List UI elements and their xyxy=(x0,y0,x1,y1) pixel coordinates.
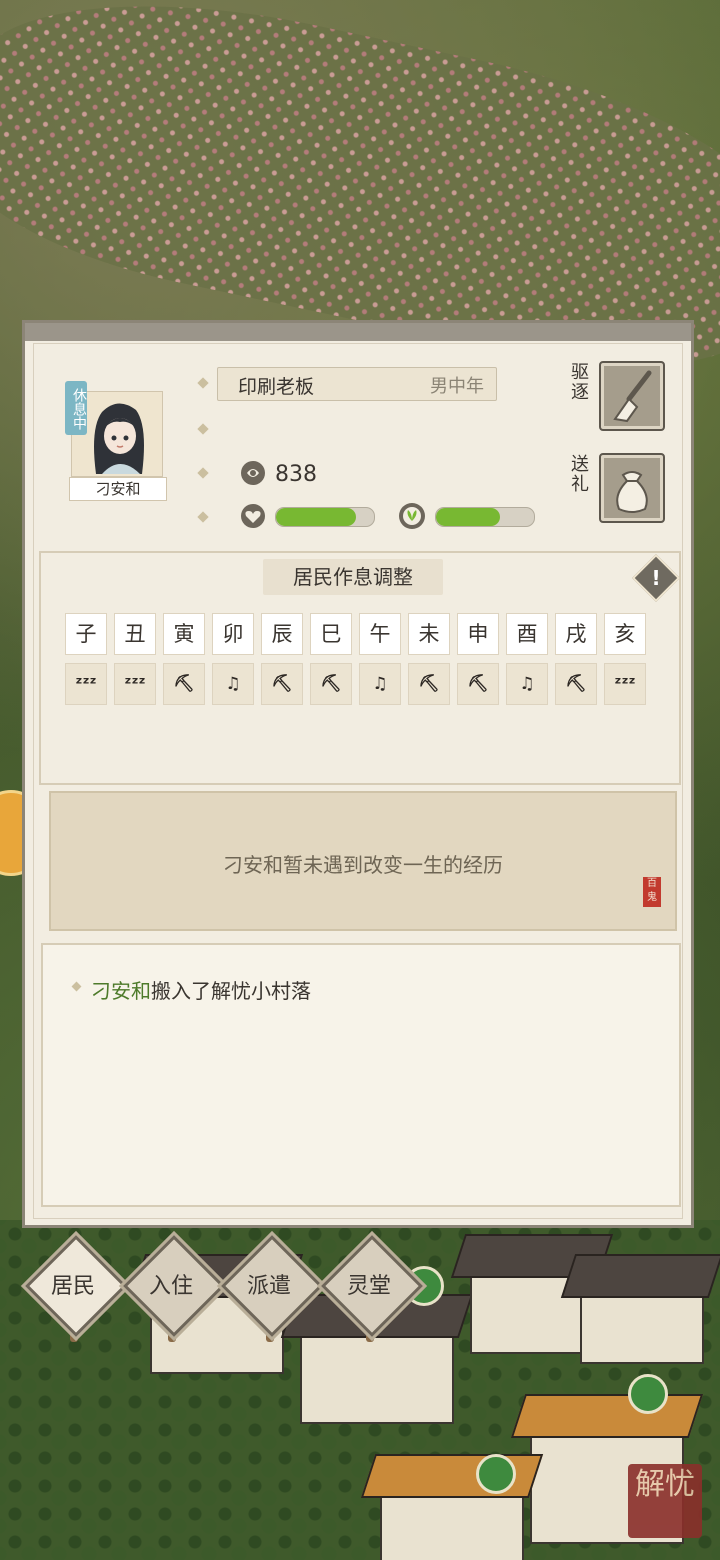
panel-top-bar xyxy=(25,323,691,341)
resident-info-panel: 休息中 刁安和 印刷老板 男中年 838 驱逐 送礼 居民作息调整 ! 刁安和暂… xyxy=(22,320,694,1228)
upgrade-marker-icon[interactable] xyxy=(628,1374,668,1414)
tab-move-in-label: 入住 xyxy=(148,1274,193,1299)
upgrade-marker-icon[interactable] xyxy=(476,1454,516,1494)
log-resident-name[interactable]: 刁安和 xyxy=(91,979,151,1003)
village-house[interactable] xyxy=(300,1330,454,1424)
log-bullet xyxy=(71,981,82,992)
heart-icon xyxy=(241,504,265,528)
hour-cell: 丑 xyxy=(114,613,156,655)
resident-name: 刁安和 xyxy=(69,477,167,501)
mood-bar xyxy=(435,507,535,527)
broom-icon xyxy=(613,370,652,423)
sleep-icon[interactable]: ᶻᶻᶻ xyxy=(604,663,646,705)
work-icon[interactable]: ⛏ xyxy=(310,663,352,705)
hour-cell: 酉 xyxy=(506,613,548,655)
work-icon[interactable]: ⛏ xyxy=(261,663,303,705)
hour-cell: 戌 xyxy=(555,613,597,655)
gift-label: 送礼 xyxy=(571,454,589,495)
evict-button[interactable] xyxy=(599,361,665,431)
log-entry: 刁安和搬入了解忧小村落 xyxy=(91,975,311,1004)
health-bar-fill xyxy=(276,508,357,526)
warning-icon: ! xyxy=(651,566,661,590)
log-entry-text: 搬入了解忧小村落 xyxy=(151,979,311,1003)
hour-cell: 亥 xyxy=(604,613,646,655)
tab-residents-label: 居民 xyxy=(50,1274,95,1299)
experience-text: 刁安和暂未遇到改变一生的经历 xyxy=(223,853,503,877)
sleep-icon[interactable]: ᶻᶻᶻ xyxy=(65,663,107,705)
hour-cell: 寅 xyxy=(163,613,205,655)
job-title: 印刷老板 xyxy=(238,376,315,398)
life-experience-banner: 刁安和暂未遇到改变一生的经历 百鬼 xyxy=(49,791,677,931)
hour-cell: 未 xyxy=(408,613,450,655)
tab-dispatch-label: 派遣 xyxy=(246,1274,291,1299)
hour-cell: 申 xyxy=(457,613,499,655)
leisure-icon[interactable]: ♫ xyxy=(359,663,401,705)
hour-cell: 辰 xyxy=(261,613,303,655)
red-stamp: 百鬼 xyxy=(643,877,661,907)
hour-cell: 午 xyxy=(359,613,401,655)
coin-icon xyxy=(241,461,265,485)
schedule-title: 居民作息调整 xyxy=(263,559,443,595)
gift-bag-icon xyxy=(616,471,648,513)
hour-cell: 子 xyxy=(65,613,107,655)
leisure-icon[interactable]: ♫ xyxy=(212,663,254,705)
job-bar: 印刷老板 男中年 xyxy=(217,367,497,401)
gift-button[interactable] xyxy=(599,453,665,523)
evict-label: 驱逐 xyxy=(571,362,589,403)
work-icon[interactable]: ⛏ xyxy=(457,663,499,705)
hour-cell: 巳 xyxy=(310,613,352,655)
jieyou-seal-button[interactable]: 解忧 xyxy=(628,1464,702,1538)
age-group: 男中年 xyxy=(430,376,484,397)
resident-portrait-icon xyxy=(94,403,144,474)
village-house[interactable] xyxy=(380,1490,524,1560)
health-bar xyxy=(275,507,375,527)
work-icon[interactable]: ⛏ xyxy=(163,663,205,705)
mood-leaf-icon xyxy=(399,503,425,529)
event-log: 刁安和搬入了解忧小村落 xyxy=(41,943,681,1207)
work-icon[interactable]: ⛏ xyxy=(555,663,597,705)
village-house[interactable] xyxy=(580,1290,704,1364)
hour-cell: 卯 xyxy=(212,613,254,655)
leisure-icon[interactable]: ♫ xyxy=(506,663,548,705)
tab-spirit-hall-label: 灵堂 xyxy=(346,1274,391,1299)
sleep-icon[interactable]: ᶻᶻᶻ xyxy=(114,663,156,705)
rest-status-tag: 休息中 xyxy=(65,381,87,435)
mood-bar-fill xyxy=(436,508,500,526)
coin-value: 838 xyxy=(275,462,317,487)
work-icon[interactable]: ⛏ xyxy=(408,663,450,705)
